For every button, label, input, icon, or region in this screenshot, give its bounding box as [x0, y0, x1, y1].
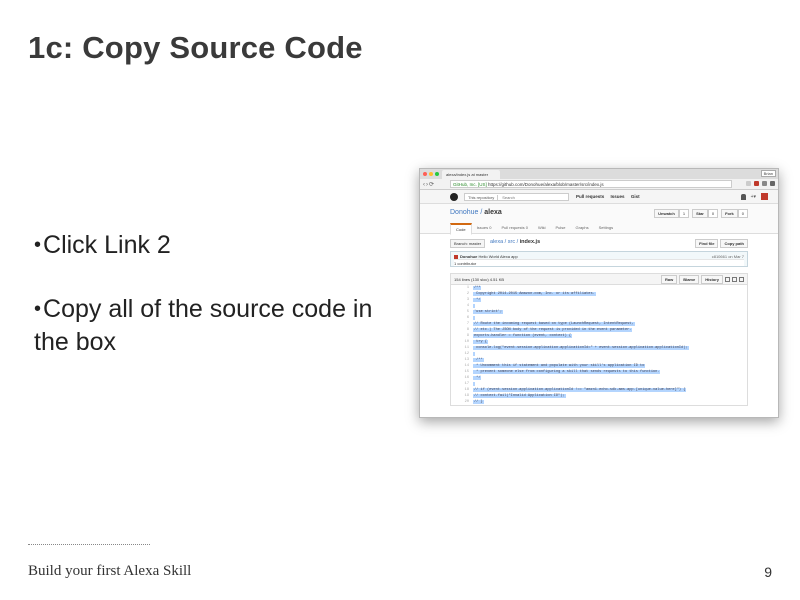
- code-text[interactable]: // context.fail("Invalid Application ID"…: [473, 394, 566, 398]
- bullet-item: •Click Link 2: [34, 231, 171, 259]
- footer-text: Build your first Alexa Skill: [28, 563, 192, 579]
- code-text[interactable]: [473, 352, 475, 356]
- code-box-actions: Raw Blame History: [660, 275, 744, 284]
- maximize-icon[interactable]: [435, 172, 439, 176]
- fork-count[interactable]: 0: [737, 209, 748, 218]
- repo-actions: Unwatch 1 Star 0 Fork 0: [654, 209, 748, 218]
- breadcrumb: alexa / src / index.js: [490, 239, 541, 245]
- browser-tab[interactable]: alexa/index.js at master: [442, 170, 500, 179]
- history-button[interactable]: History: [701, 275, 723, 284]
- star-icon[interactable]: [746, 181, 751, 186]
- repo-name-link[interactable]: alexa: [484, 209, 502, 216]
- close-icon[interactable]: [423, 172, 427, 176]
- adblock-icon[interactable]: [754, 181, 759, 186]
- browser-tab-bar: alexa/index.js at master Brian: [420, 169, 778, 179]
- code-text[interactable]: // }: [473, 400, 484, 404]
- github-logo-icon[interactable]: [450, 193, 458, 201]
- extension-icons: [746, 181, 775, 186]
- file-content: Branch: master alexa / src / index.js Fi…: [420, 238, 778, 406]
- bullet-list: •Click Link 2 •Copy all of the source co…: [34, 230, 394, 389]
- notification-icon[interactable]: [740, 193, 746, 200]
- code-text[interactable]: */: [473, 376, 482, 380]
- bullet-dot-icon: •: [34, 234, 42, 256]
- file-nav: Branch: master alexa / src / index.js Fi…: [450, 238, 748, 250]
- code-box: 154 lines (130 sloc) 4.51 KB Raw Blame H…: [450, 273, 748, 406]
- window-controls[interactable]: [423, 172, 439, 176]
- code-text[interactable]: /**: [473, 358, 484, 362]
- code-text[interactable]: // Route the incoming request based on t…: [473, 322, 635, 326]
- file-meta: 154 lines (130 sloc) 4.51 KB: [454, 277, 505, 282]
- repo-tabs: Code Issues 0 Pull requests 0 Wiki Pulse…: [450, 223, 618, 235]
- tab-pull-requests[interactable]: Pull requests 0: [496, 223, 532, 235]
- nav-gist[interactable]: Gist: [631, 194, 640, 199]
- blame-button[interactable]: Blame: [679, 275, 700, 284]
- tab-code[interactable]: Code: [450, 223, 472, 235]
- code-text[interactable]: Copyright 2014-2015 Amazon.com, Inc. or …: [473, 292, 596, 296]
- fork-button[interactable]: Fork: [721, 209, 738, 218]
- menu-icon[interactable]: [770, 181, 775, 186]
- github-header: This repository Search Pull requests Issu…: [420, 190, 778, 204]
- repo-header: Donohue / alexa Unwatch 1 Star 0 Fork 0 …: [420, 204, 778, 235]
- avatar[interactable]: [761, 193, 768, 200]
- code-box-header: 154 lines (130 sloc) 4.51 KB Raw Blame H…: [451, 274, 747, 285]
- file-actions: Find file Copy path: [695, 239, 748, 248]
- code-text[interactable]: console.log("event.session.application.a…: [473, 346, 689, 350]
- browser-user-badge[interactable]: Brian: [760, 170, 776, 177]
- browser-screenshot: alexa/index.js at master Brian ‹›⟳ GitHu…: [419, 168, 779, 418]
- code-text[interactable]: /**: [473, 286, 482, 290]
- code-text[interactable]: [473, 316, 475, 320]
- page-number: 9: [764, 564, 772, 580]
- find-file-button[interactable]: Find file: [695, 239, 719, 248]
- code-text[interactable]: * Uncomment this if statement and popula…: [473, 364, 646, 368]
- plus-icon[interactable]: +▾: [751, 194, 756, 200]
- minimize-icon[interactable]: [429, 172, 433, 176]
- tab-wiki[interactable]: Wiki: [533, 223, 551, 235]
- pencil-icon[interactable]: [732, 277, 737, 282]
- line-number[interactable]: 20: [451, 399, 473, 405]
- code-text[interactable]: [473, 304, 475, 308]
- code-text[interactable]: [473, 382, 475, 386]
- code-line[interactable]: 20// }: [451, 399, 747, 405]
- code-text[interactable]: */: [473, 298, 482, 302]
- tab-pulse[interactable]: Pulse: [551, 223, 571, 235]
- contributors[interactable]: 1 contributor: [454, 259, 744, 266]
- nav-arrows-icon[interactable]: ‹›⟳: [423, 181, 435, 188]
- github-nav: Pull requests Issues Gist: [576, 194, 645, 199]
- tab-settings[interactable]: Settings: [594, 223, 618, 235]
- address-bar: ‹›⟳ GitHub, Inc. [US] https://github.com…: [420, 179, 778, 190]
- tab-graphs[interactable]: Graphs: [571, 223, 594, 235]
- copy-path-button[interactable]: Copy path: [720, 239, 748, 248]
- tab-issues[interactable]: Issues 0: [472, 223, 497, 235]
- bullet-item: •Copy all of the source code in the box: [34, 295, 373, 356]
- branch-select[interactable]: Branch: master: [450, 239, 486, 248]
- repo-owner-link[interactable]: Donohue: [450, 209, 478, 216]
- raw-button[interactable]: Raw: [660, 275, 678, 284]
- nav-pull-requests[interactable]: Pull requests: [576, 194, 604, 199]
- star-button[interactable]: Star: [692, 209, 708, 218]
- breadcrumb-repo[interactable]: alexa: [490, 239, 503, 245]
- footer-divider: [28, 544, 150, 545]
- search-input[interactable]: This repository Search: [464, 193, 569, 201]
- code-text[interactable]: try {: [473, 340, 488, 344]
- code-text[interactable]: 'use strict';: [473, 310, 504, 314]
- unwatch-button[interactable]: Unwatch: [654, 209, 679, 218]
- code-text[interactable]: // etc.) The JSON body of the request is…: [473, 328, 633, 332]
- nav-issues[interactable]: Issues: [611, 194, 625, 199]
- url-field[interactable]: GitHub, Inc. [US] https://github.com/Don…: [450, 180, 732, 188]
- desktop-icon[interactable]: [725, 277, 730, 282]
- star-count[interactable]: 0: [707, 209, 719, 218]
- extension-icon[interactable]: [762, 181, 767, 186]
- code-text[interactable]: // if (event.session.application.applica…: [473, 388, 687, 392]
- slide-title: 1c: Copy Source Code: [28, 30, 363, 65]
- trash-icon[interactable]: [739, 277, 744, 282]
- header-actions: +▾: [740, 193, 768, 200]
- watch-count[interactable]: 1: [678, 209, 690, 218]
- repo-name: Donohue / alexa: [450, 209, 502, 216]
- breadcrumb-file: index.js: [519, 239, 541, 245]
- code-text[interactable]: * prevent someone else from configuring …: [473, 370, 661, 374]
- code-text[interactable]: exports.handler = function (event, conte…: [473, 334, 573, 338]
- commit-info: Donohue Hello World Alexa app c810661 on…: [450, 251, 748, 267]
- code-body[interactable]: 1/** 2 Copyright 2014-2015 Amazon.com, In…: [451, 285, 747, 405]
- bullet-dot-icon: •: [34, 298, 42, 320]
